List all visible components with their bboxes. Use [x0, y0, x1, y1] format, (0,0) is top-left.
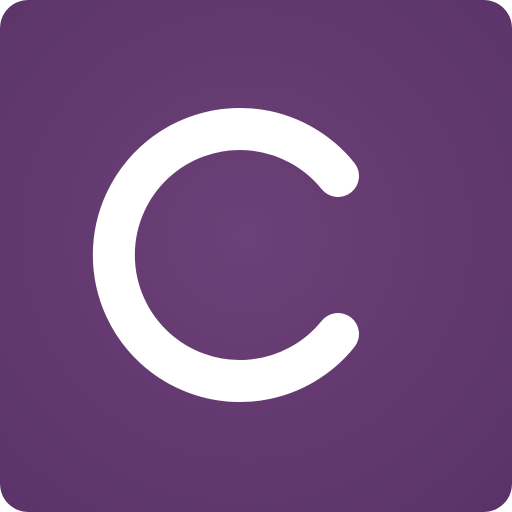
- c-logo-icon: [0, 0, 512, 512]
- icon-background: [0, 0, 512, 512]
- app-icon: [0, 0, 512, 512]
